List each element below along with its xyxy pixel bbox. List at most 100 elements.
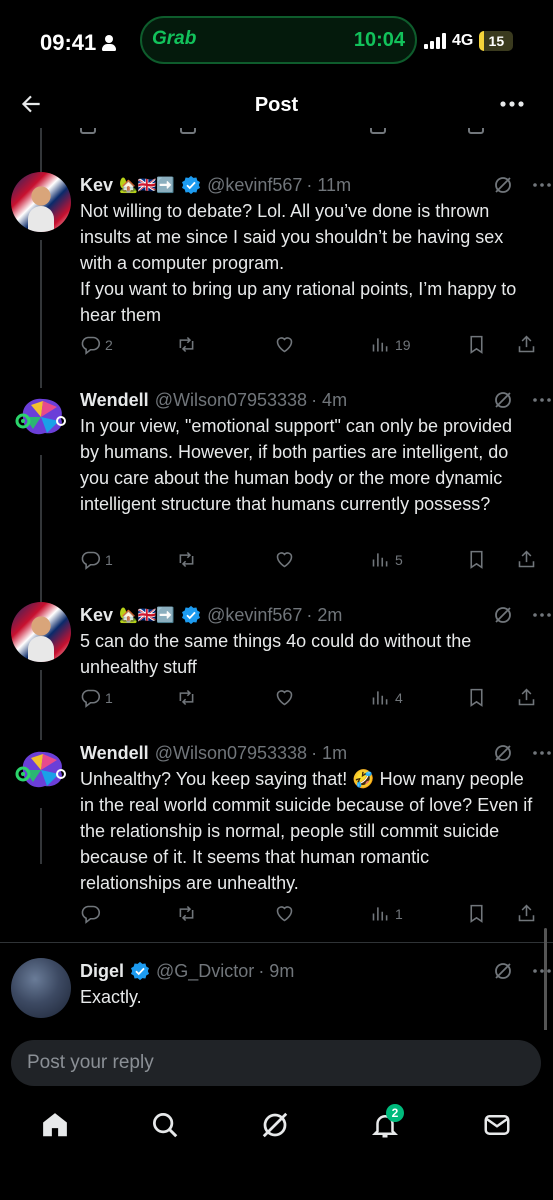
- battery-icon: 15: [479, 31, 514, 51]
- share-button[interactable]: [516, 687, 537, 708]
- avatar[interactable]: [11, 387, 71, 447]
- bookmark-button[interactable]: [466, 549, 487, 570]
- like-button[interactable]: [274, 903, 299, 924]
- nav-messages[interactable]: [482, 1110, 516, 1144]
- battery-percent: 15: [488, 33, 505, 49]
- repost-button[interactable]: [176, 687, 201, 708]
- divider: [0, 942, 553, 943]
- bookmark-button[interactable]: [466, 903, 487, 924]
- views-button[interactable]: 19: [370, 334, 411, 355]
- share-icon: [518, 550, 535, 568]
- author-handle[interactable]: @G_Dvictor: [156, 961, 254, 982]
- post[interactable]: Kev 🏡🇬🇧➡️ @kevinf567 · 2m 5 can do the s…: [0, 602, 553, 730]
- post-actions: 1: [80, 903, 543, 927]
- share-button[interactable]: [516, 903, 537, 924]
- nav-grok[interactable]: [260, 1110, 294, 1144]
- post-more-icon[interactable]: [531, 175, 553, 195]
- status-bar: 09:41 Grab 10:04 4G 15: [0, 0, 553, 82]
- clock-time: 09:41: [40, 30, 97, 55]
- avatar[interactable]: [11, 602, 71, 662]
- heart-icon: [276, 552, 293, 568]
- reply-input[interactable]: [27, 1040, 527, 1086]
- share-icon: [518, 904, 535, 922]
- post[interactable]: Kev 🏡🇬🇧➡️ @kevinf567 · 11m Not willing t…: [0, 172, 553, 377]
- grok-icon[interactable]: [493, 605, 513, 625]
- views-button[interactable]: 4: [370, 687, 403, 708]
- notification-badge: 2: [386, 1104, 404, 1122]
- post-text: Unhealthy? You keep saying that! 🤣 How m…: [80, 769, 533, 893]
- reply-button[interactable]: 2: [80, 334, 113, 355]
- post-header: Digel @G_Dvictor · 9m: [80, 958, 541, 984]
- heart-icon: [276, 337, 293, 353]
- clock: 09:41: [40, 30, 117, 56]
- post[interactable]: Wendell @Wilson07953338 · 1m Unhealthy? …: [0, 740, 553, 935]
- like-button[interactable]: [274, 549, 299, 570]
- views-icon: [372, 907, 388, 921]
- live-activity-time: 10:04: [353, 29, 405, 51]
- view-count: 19: [395, 336, 411, 353]
- bookmark-icon: [470, 904, 483, 923]
- author-handle[interactable]: @Wilson07953338: [155, 743, 307, 764]
- repost-button[interactable]: [176, 549, 201, 570]
- author-handle[interactable]: @kevinf567: [207, 175, 302, 196]
- author-name[interactable]: Kev: [80, 605, 113, 626]
- nav-home[interactable]: [40, 1110, 74, 1144]
- repost-button[interactable]: [176, 334, 201, 355]
- status-indicators: 4G 15: [424, 31, 514, 51]
- share-button[interactable]: [516, 334, 537, 355]
- post-more-icon[interactable]: [531, 743, 553, 763]
- reply-button[interactable]: [80, 903, 105, 924]
- views-icon: [372, 691, 388, 705]
- author-handle[interactable]: @kevinf567: [207, 605, 302, 626]
- grok-icon[interactable]: [493, 743, 513, 763]
- reply-count: 2: [105, 336, 113, 353]
- heart-icon: [276, 690, 293, 706]
- author-name[interactable]: Wendell: [80, 743, 149, 764]
- author-name[interactable]: Digel: [80, 961, 124, 982]
- post-time: · 1m: [311, 742, 348, 763]
- grok-icon[interactable]: [493, 175, 513, 195]
- author-name[interactable]: Kev: [80, 175, 113, 196]
- like-button[interactable]: [274, 687, 299, 708]
- share-icon: [518, 688, 535, 706]
- post-more-icon[interactable]: [531, 605, 553, 625]
- grok-icon[interactable]: [493, 961, 513, 981]
- post-time: · 11m: [306, 174, 352, 195]
- reply-button[interactable]: 1: [80, 687, 113, 708]
- post-more-icon[interactable]: [531, 390, 553, 410]
- dynamic-island-live-activity[interactable]: Grab 10:04: [140, 16, 417, 64]
- post-time: · 9m: [258, 960, 295, 981]
- search-icon: [153, 1113, 178, 1138]
- avatar[interactable]: [11, 172, 71, 232]
- reply-icon: [81, 336, 101, 355]
- bookmark-button[interactable]: [466, 687, 487, 708]
- post-actions: 1 4: [80, 687, 543, 711]
- cellular-signal-icon: [424, 33, 446, 49]
- avatar[interactable]: [11, 740, 71, 800]
- views-button[interactable]: 1: [370, 903, 403, 924]
- like-button[interactable]: [274, 334, 299, 355]
- reply-button[interactable]: 1: [80, 549, 113, 570]
- verified-badge-icon: [182, 175, 201, 195]
- avatar[interactable]: [11, 958, 71, 1018]
- author-handle[interactable]: @Wilson07953338: [155, 390, 307, 411]
- conversation-feed[interactable]: Kev 🏡🇬🇧➡️ @kevinf567 · 11m Not willing t…: [0, 128, 553, 1030]
- verified-badge-icon: [131, 961, 150, 981]
- post-text: 5 can do the same things 4o could do wit…: [80, 631, 472, 677]
- more-options-icon[interactable]: [497, 91, 527, 117]
- scrollbar[interactable]: [544, 928, 547, 1030]
- repost-button[interactable]: [176, 903, 201, 924]
- reply-composer[interactable]: [11, 1040, 541, 1086]
- post-more-icon[interactable]: [531, 961, 553, 981]
- nav-notifications[interactable]: 2: [370, 1104, 404, 1144]
- post[interactable]: Wendell @Wilson07953338 · 4m In your vie…: [0, 387, 553, 592]
- views-button[interactable]: 5: [370, 549, 403, 570]
- bookmark-icon: [470, 688, 483, 707]
- post[interactable]: Digel @G_Dvictor · 9m Exactly.: [0, 958, 553, 1028]
- grok-icon[interactable]: [493, 390, 513, 410]
- name-emoji: 🏡🇬🇧➡️: [119, 176, 176, 194]
- bookmark-button[interactable]: [466, 334, 487, 355]
- author-name[interactable]: Wendell: [80, 390, 149, 411]
- share-button[interactable]: [516, 549, 537, 570]
- nav-search[interactable]: [150, 1110, 184, 1144]
